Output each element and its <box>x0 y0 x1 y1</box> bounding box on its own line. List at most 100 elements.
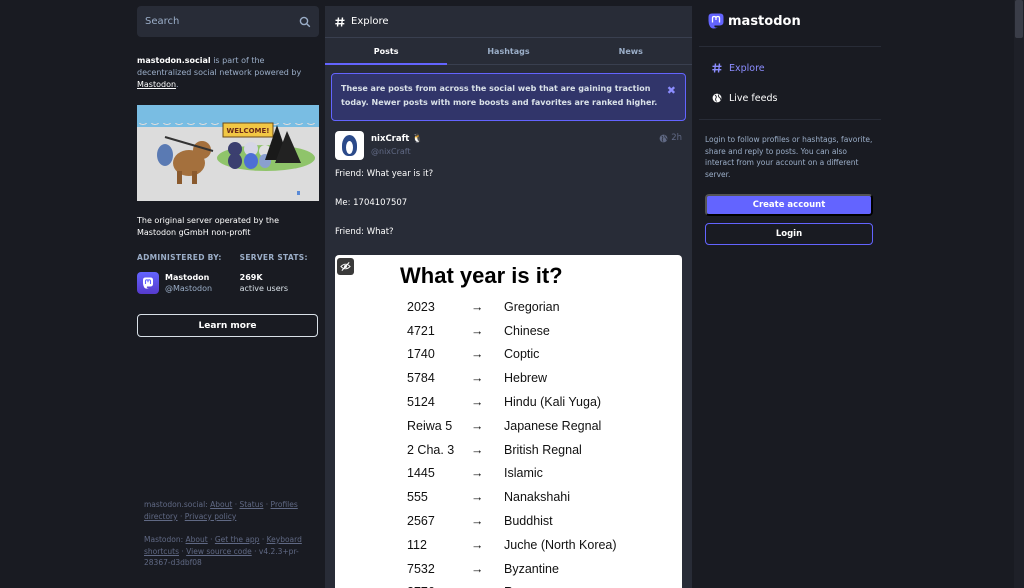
server-about: mastodon.social is part of the decentral… <box>137 55 319 91</box>
calendar-name: Byzantine <box>504 561 559 576</box>
right-arrow-icon: → <box>471 371 484 386</box>
calendar-year: 555 <box>407 490 428 505</box>
post-author-handle[interactable]: @nixCraft <box>371 145 423 159</box>
hash-icon <box>712 63 722 73</box>
nav-live-feeds-label: Live feeds <box>729 92 778 104</box>
admin-handle: @Mastodon <box>165 284 213 293</box>
search-input[interactable] <box>145 16 285 27</box>
right-sidebar: mastodon Explore Live feeds Login to fol… <box>699 6 881 588</box>
calendar-row: 5784 → Hebrew <box>407 366 617 390</box>
right-arrow-icon: → <box>471 466 484 481</box>
learn-more-button[interactable]: Learn more <box>137 314 318 337</box>
server-description: The original server operated by the Mast… <box>137 216 279 237</box>
calendar-year: 4721 <box>407 323 435 338</box>
server-name: mastodon.social <box>137 56 211 65</box>
media-title: What year is it? <box>400 263 563 288</box>
calendar-row: Reiwa 5 → Japanese Regnal <box>407 414 617 438</box>
post-author-name[interactable]: nixCraft 🐧 <box>371 133 423 145</box>
magnifier-icon[interactable] <box>299 16 311 28</box>
hash-icon <box>335 16 345 27</box>
calendar-row: 2776→Roman <box>407 581 617 588</box>
right-arrow-icon: → <box>471 347 484 362</box>
admin-name[interactable]: Mastodon <box>165 272 212 283</box>
admin-account[interactable]: Mastodon @Mastodon <box>137 272 222 294</box>
post-header: nixCraft 🐧 @nixCraft <box>335 131 682 160</box>
dismiss-banner-close-icon[interactable]: ✖ <box>667 84 676 98</box>
post-line: Friend: What year is it? <box>335 169 434 179</box>
calendar-name: Hindu (Kali Yuga) <box>504 395 602 410</box>
banner-text: These are posts from across the social w… <box>341 84 658 107</box>
svg-text:WELCOME!: WELCOME! <box>227 127 270 135</box>
footer-get-app-link[interactable]: Get the app <box>215 535 260 544</box>
calendar-name: Coptic <box>504 347 540 362</box>
server-stats: SERVER STATS: 269K active users <box>240 253 308 294</box>
scrollbar-thumb[interactable] <box>1015 0 1023 38</box>
trending-info-banner: These are posts from across the social w… <box>331 73 686 121</box>
eye-slash-icon <box>340 262 351 271</box>
admin-section: ADMINISTERED BY: Mastodon @Mastodon SERV… <box>137 253 319 294</box>
mastodon-link[interactable]: Mastodon <box>137 80 176 89</box>
create-account-button[interactable]: Create account <box>705 194 873 216</box>
nav-explore[interactable]: Explore <box>699 53 881 83</box>
mastodon-logo[interactable]: mastodon <box>699 6 881 36</box>
post-timestamp[interactable]: 2h <box>659 133 682 143</box>
tab-hashtags[interactable]: Hashtags <box>447 38 569 64</box>
post-author-avatar[interactable] <box>335 131 364 160</box>
administered-by: ADMINISTERED BY: Mastodon @Mastodon <box>137 253 222 294</box>
calendar-row: 2567 → Buddhist <box>407 509 617 533</box>
page-scrollbar[interactable] <box>1014 0 1024 588</box>
globe-icon <box>712 93 722 103</box>
footer-privacy-policy-link[interactable]: Privacy policy <box>185 512 237 521</box>
post-media-image[interactable]: What year is it? 2023 → Gregorian 4721 → Chin… <box>335 255 682 588</box>
column-title: Explore <box>351 16 389 27</box>
explore-column: Explore Posts Hashtags News These are po… <box>325 6 692 588</box>
logo-wordmark: mastodon <box>728 13 801 29</box>
right-arrow-icon: → <box>471 299 484 314</box>
calendar-name: Chinese <box>504 323 550 338</box>
footer-about-link[interactable]: About <box>210 500 232 509</box>
right-arrow-icon: → <box>471 561 484 576</box>
explore-tabs: Posts Hashtags News <box>325 38 692 65</box>
calendar-row: 1740 → Coptic <box>407 343 617 367</box>
status-post[interactable]: nixCraft 🐧 @nixCraft 2h Friend: What yea… <box>325 131 692 238</box>
calendar-row: 2023 → Gregorian <box>407 295 617 319</box>
right-arrow-icon: → <box>471 395 484 410</box>
footer-status-link[interactable]: Status <box>239 500 263 509</box>
login-prompt-text: Login to follow profiles or hashtags, fa… <box>705 135 873 179</box>
mastodon-logo-icon <box>143 277 153 289</box>
search-bar[interactable] <box>137 6 319 37</box>
post-content: Friend: What year is it? Me: 1704107507 … <box>335 168 682 238</box>
calendar-row: 2 Cha. 3 → British Regnal <box>407 438 617 462</box>
footer-product-links: Mastodon: About · Get the app · Keyboard… <box>144 535 302 567</box>
active-users-count: 269K <box>239 273 263 282</box>
post-time-text: 2h <box>671 133 682 143</box>
tab-news[interactable]: News <box>570 38 692 64</box>
footer-server-name: mastodon.social <box>144 500 206 509</box>
calendar-name: Nanakshahi <box>504 490 571 505</box>
footer-server-links: mastodon.social: About · Status · Profil… <box>144 500 298 521</box>
calendar-name: British Regnal <box>504 442 582 457</box>
calendar-year: 7532 <box>407 561 435 576</box>
administered-by-label: ADMINISTERED BY: <box>137 253 222 262</box>
calendar-year: 5124 <box>407 395 435 410</box>
left-sidebar: mastodon.social is part of the decentral… <box>137 6 319 588</box>
about-text-end: . <box>176 80 179 89</box>
column-header[interactable]: Explore <box>325 6 692 38</box>
calendar-row: 7532 → Byzantine <box>407 557 617 581</box>
right-arrow-icon: → <box>471 490 484 505</box>
admin-avatar[interactable] <box>137 272 159 294</box>
footer-source-code-link[interactable]: View source code <box>186 547 252 556</box>
calendar-row: 1445 → Islamic <box>407 462 617 486</box>
calendar-name: Japanese Regnal <box>504 418 602 433</box>
mastodon-logo-icon <box>708 13 724 29</box>
calendar-name: Hebrew <box>504 371 548 386</box>
nav-live-feeds[interactable]: Live feeds <box>699 83 881 113</box>
calendar-year: 1445 <box>407 466 435 481</box>
footer-product-about-link[interactable]: About <box>186 535 208 544</box>
footer-product-name: Mastodon <box>144 535 181 544</box>
calendar-year: 5784 <box>407 371 435 386</box>
login-button[interactable]: Login <box>705 223 873 245</box>
tab-posts[interactable]: Posts <box>325 38 448 65</box>
hide-media-button[interactable] <box>337 258 354 275</box>
nav-explore-label: Explore <box>729 62 765 74</box>
